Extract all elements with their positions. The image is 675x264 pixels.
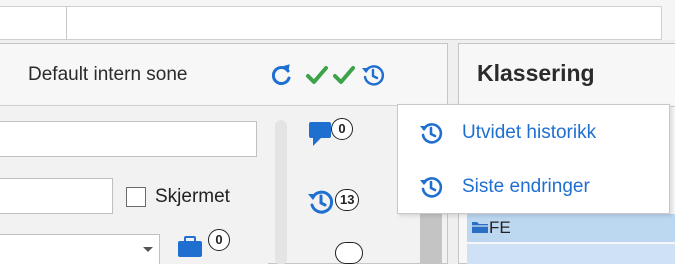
skjermet-label: Skjermet xyxy=(155,186,230,207)
menu-item-siste-endringer[interactable]: Siste endringer xyxy=(398,169,669,209)
check-icon[interactable] xyxy=(331,62,357,88)
menu-item-label: Utvidet historikk xyxy=(462,122,597,143)
vertical-rail xyxy=(275,120,287,264)
list-item[interactable]: FE xyxy=(467,214,675,242)
select-dropdown[interactable] xyxy=(0,234,160,264)
skjermet-checkbox[interactable] xyxy=(126,187,146,207)
history-icon[interactable] xyxy=(360,62,386,88)
history-icon[interactable] xyxy=(304,186,336,218)
zone-header-bar: Default intern sone xyxy=(0,44,447,106)
top-strip xyxy=(0,0,675,40)
history-icon xyxy=(420,177,443,198)
text-input-1[interactable] xyxy=(0,121,257,157)
panel-title: Klassering xyxy=(477,60,595,86)
history-icon xyxy=(420,123,443,144)
doc-count-badge: 0 xyxy=(208,229,230,251)
history-menu: Utvidet historikk Siste endringer xyxy=(397,104,670,214)
text-input-2[interactable] xyxy=(0,178,113,214)
top-divider xyxy=(66,6,67,40)
folder-icon xyxy=(472,222,488,233)
chevron-down-icon xyxy=(143,247,153,252)
menu-item-utvidet-historikk[interactable]: Utvidet historikk xyxy=(398,115,669,155)
menu-item-label: Siste endringer xyxy=(462,176,590,197)
zone-label: Default intern sone xyxy=(28,64,188,85)
list-item-label: FE xyxy=(489,218,511,237)
comment-count-badge: 0 xyxy=(331,118,353,140)
refresh-icon[interactable] xyxy=(268,62,294,88)
list-item[interactable] xyxy=(467,244,675,264)
briefcase-icon[interactable] xyxy=(176,235,204,259)
partial-badge xyxy=(335,242,363,264)
check-icon[interactable] xyxy=(304,62,330,88)
top-input-field[interactable] xyxy=(0,6,662,40)
activity-count-badge: 13 xyxy=(335,189,360,211)
